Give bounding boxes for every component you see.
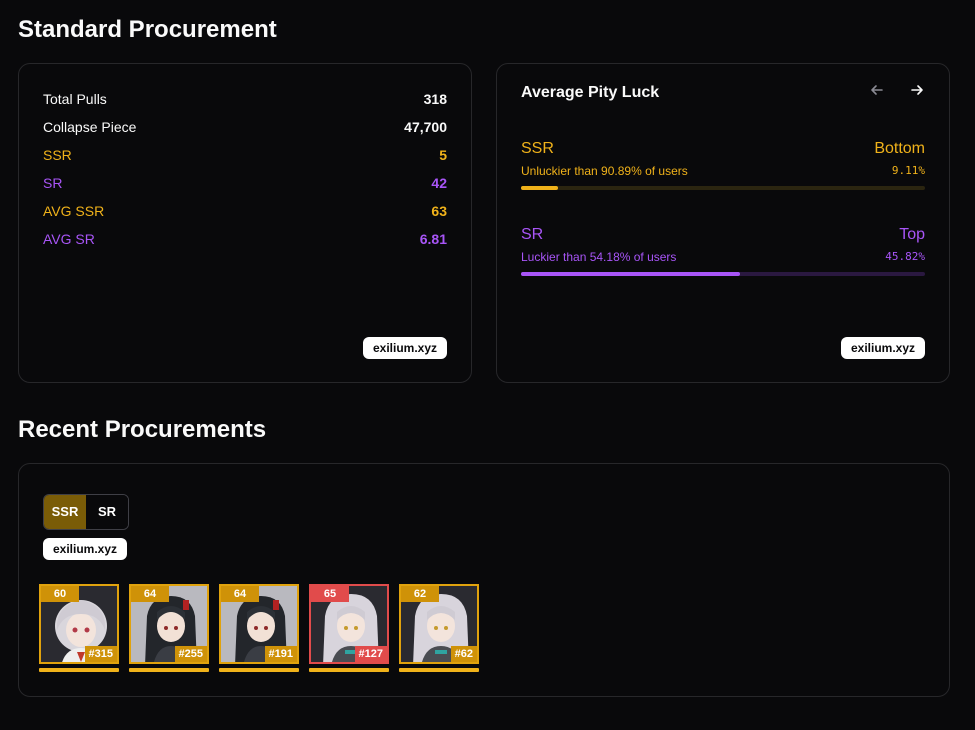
- watermark-badge: exilium.xyz: [362, 337, 447, 359]
- recent-procurements-title: Recent Procurements: [18, 416, 267, 443]
- stat-value: 47,700: [404, 119, 447, 135]
- stat-label: Collapse Piece: [43, 119, 137, 135]
- pull-number: #315: [84, 646, 117, 662]
- stat-row-total-pulls: Total Pulls 318: [43, 88, 447, 110]
- luck-progress-fill: [521, 272, 740, 276]
- rarity-toggle: SSR SR: [43, 494, 129, 530]
- character-card[interactable]: 64 #255: [129, 584, 209, 672]
- arrow-left-icon[interactable]: [867, 82, 887, 103]
- recent-card: SSR SR exilium.xyz 60 #315 64 #255 64 #1…: [18, 463, 950, 697]
- stat-label: AVG SSR: [43, 203, 105, 219]
- character-card[interactable]: 65 #127: [309, 584, 389, 672]
- pull-number: #191: [264, 646, 297, 662]
- character-card[interactable]: 64 #191: [219, 584, 299, 672]
- stat-label: SR: [43, 175, 63, 191]
- rarity-underline: [399, 668, 479, 672]
- luck-description: Unluckier than 90.89% of users: [521, 164, 688, 178]
- stat-value: 318: [423, 91, 447, 107]
- watermark-badge: exilium.xyz: [840, 337, 925, 359]
- pity-badge: 64: [221, 586, 259, 602]
- stat-value: 6.81: [419, 231, 447, 247]
- rarity-underline: [219, 668, 299, 672]
- luck-rarity-label: SR: [521, 226, 544, 243]
- stat-row-avg-ssr: AVG SSR 63: [43, 200, 447, 222]
- pity-badge: 65: [311, 586, 349, 602]
- stats-card: Total Pulls 318 Collapse Piece 47,700 SS…: [18, 63, 472, 383]
- arrow-right-icon[interactable]: [907, 82, 927, 103]
- rarity-underline: [309, 668, 389, 672]
- pull-number: #127: [354, 646, 387, 662]
- pity-badge: 64: [131, 586, 169, 602]
- stat-value: 5: [439, 147, 447, 163]
- luck-progress-track: [521, 272, 925, 276]
- stat-row-sr: SR 42: [43, 172, 447, 194]
- watermark-badge: exilium.xyz: [43, 538, 128, 560]
- stat-value: 42: [431, 175, 447, 191]
- luck-percent: 45.82%: [885, 250, 925, 263]
- stat-row-ssr: SSR 5: [43, 144, 447, 166]
- luck-progress-fill: [521, 186, 558, 190]
- tab-ssr[interactable]: SSR: [44, 495, 86, 529]
- pity-luck-card: Average Pity Luck SSR Bottom Unluckier t…: [496, 63, 950, 383]
- luck-description: Luckier than 54.18% of users: [521, 250, 677, 264]
- stat-row-collapse-piece: Collapse Piece 47,700: [43, 116, 447, 138]
- rarity-underline: [39, 668, 119, 672]
- rarity-underline: [129, 668, 209, 672]
- luck-progress-track: [521, 186, 925, 190]
- luck-rank-label: Top: [899, 226, 925, 243]
- character-card[interactable]: 62 #62: [399, 584, 479, 672]
- luck-percent: 9.11%: [891, 164, 925, 177]
- pull-number: #62: [450, 646, 477, 662]
- stat-row-avg-sr: AVG SR 6.81: [43, 228, 447, 250]
- stat-label: AVG SR: [43, 231, 95, 247]
- pity-badge: 60: [41, 586, 79, 602]
- stat-label: SSR: [43, 147, 72, 163]
- luck-rank-label: Bottom: [874, 140, 925, 157]
- pity-luck-title: Average Pity Luck: [521, 84, 660, 101]
- luck-rarity-label: SSR: [521, 140, 554, 157]
- stat-label: Total Pulls: [43, 91, 107, 107]
- pity-badge: 62: [401, 586, 439, 602]
- standard-procurement-title: Standard Procurement: [18, 16, 277, 43]
- tab-sr[interactable]: SR: [86, 495, 128, 529]
- pull-number: #255: [174, 646, 207, 662]
- stat-value: 63: [431, 203, 447, 219]
- character-card[interactable]: 60 #315: [39, 584, 119, 672]
